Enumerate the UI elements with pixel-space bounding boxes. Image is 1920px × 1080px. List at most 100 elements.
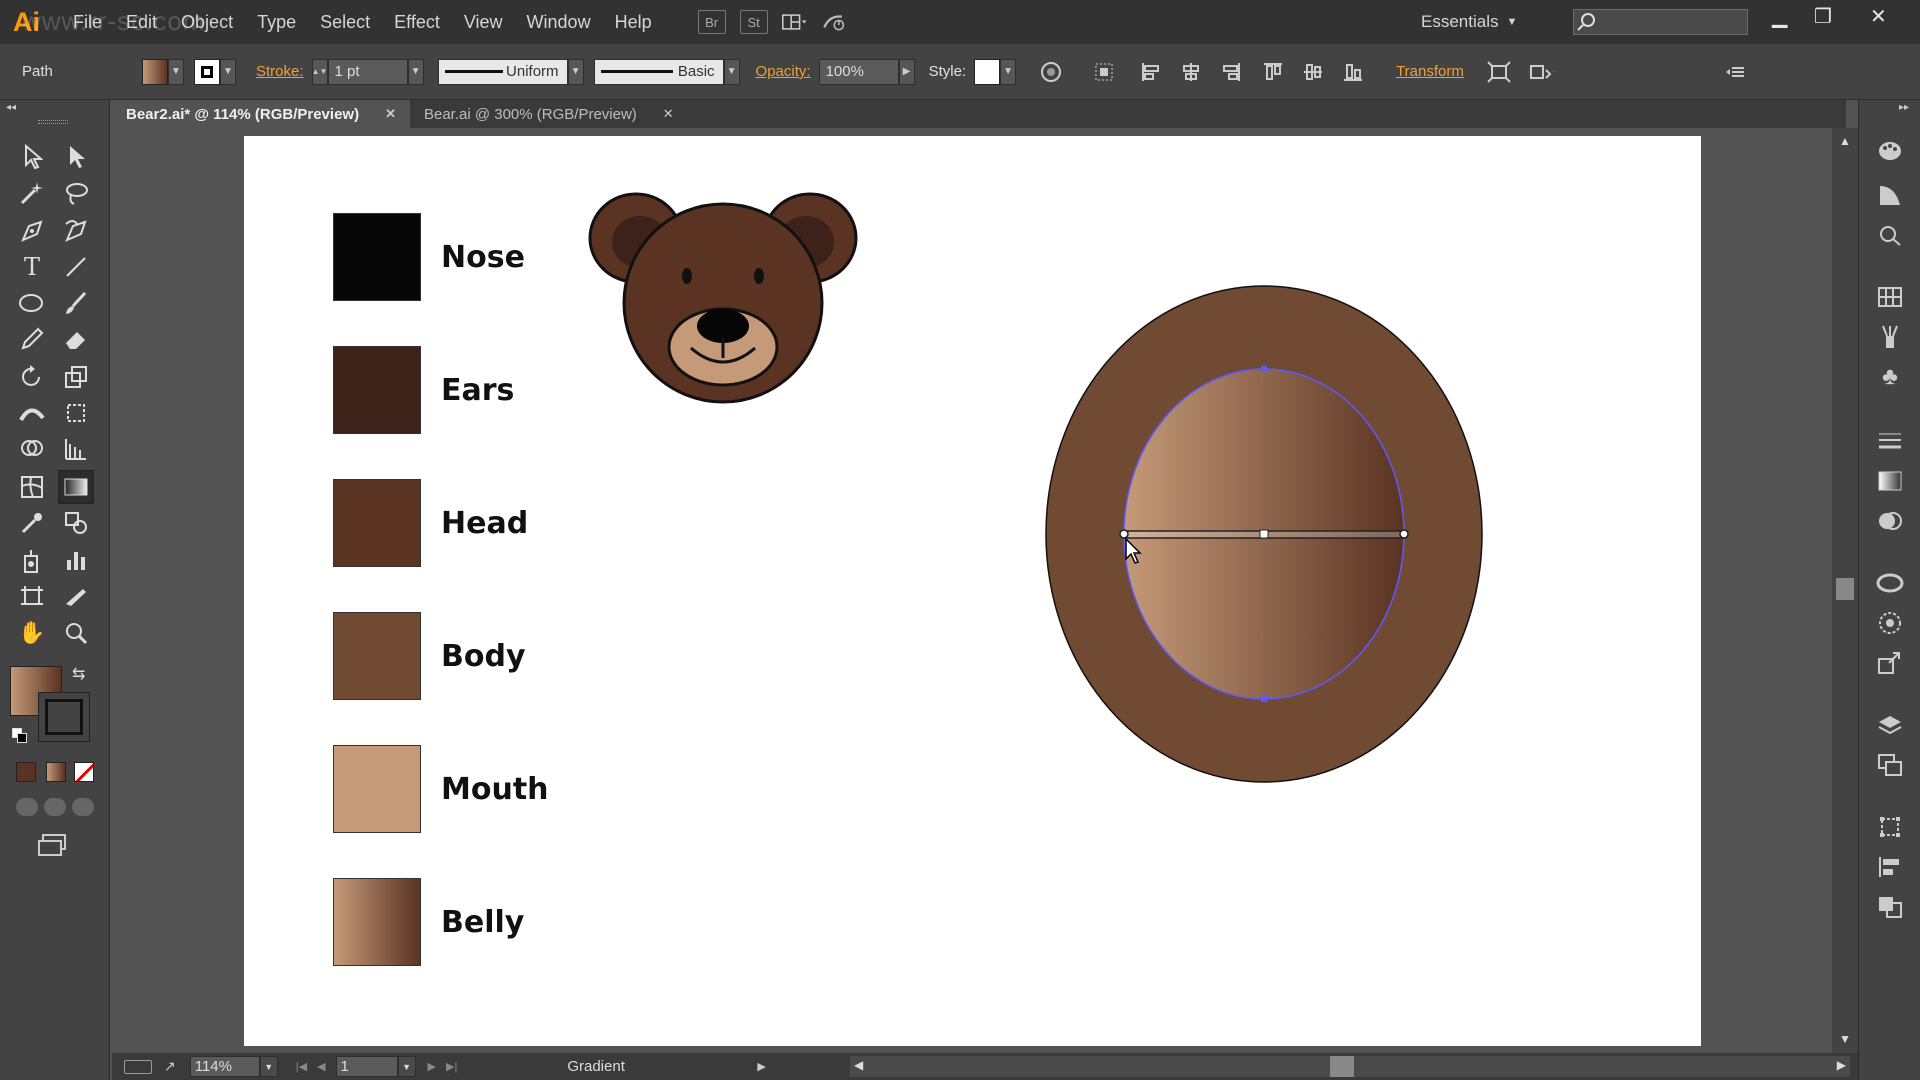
align-panel-icon[interactable]: [1875, 852, 1905, 882]
ellipse-tool-icon[interactable]: [14, 286, 50, 320]
first-artboard-icon[interactable]: |◀: [296, 1060, 307, 1073]
menu-file[interactable]: File: [61, 12, 114, 33]
brush-definition[interactable]: Basic: [593, 58, 724, 85]
bridge-button[interactable]: Br: [697, 10, 726, 34]
transparency-icon[interactable]: [1875, 506, 1905, 536]
recolor-artwork-icon[interactable]: [1038, 59, 1064, 85]
menu-object[interactable]: Object: [169, 12, 245, 33]
zoom-dropdown[interactable]: ▼: [259, 1056, 278, 1077]
column-graph-tool-icon[interactable]: [58, 544, 94, 578]
next-artboard-icon[interactable]: ▶: [428, 1060, 436, 1073]
scroll-left-arrow[interactable]: ◀: [854, 1058, 863, 1072]
menu-edit[interactable]: Edit: [114, 12, 169, 33]
color-guide-icon[interactable]: [1875, 136, 1905, 166]
document-canvas[interactable]: Nose Ears Head Body Mouth Belly: [112, 128, 1832, 1053]
pen-tool-icon[interactable]: [14, 214, 50, 248]
selection-tool-icon[interactable]: [14, 140, 50, 174]
align-to-icon[interactable]: [1092, 59, 1118, 85]
previous-artboard-icon[interactable]: ◀: [317, 1060, 325, 1073]
draw-behind-icon[interactable]: [44, 798, 66, 816]
scale-tool-icon[interactable]: [58, 360, 94, 394]
free-transform-tool-icon[interactable]: [58, 396, 94, 430]
stroke-weight-field[interactable]: 1 pt: [327, 58, 408, 85]
color-mode-icon[interactable]: [16, 762, 36, 782]
stroke-panel-link[interactable]: Stroke:: [256, 63, 304, 80]
shape-builder-tool-icon[interactable]: [14, 432, 50, 466]
panel-collapse-icon[interactable]: ◂◂: [6, 102, 16, 113]
brushes-icon[interactable]: [1875, 322, 1905, 352]
swatch-head[interactable]: [333, 479, 421, 567]
last-artboard-icon[interactable]: ▶|: [446, 1060, 457, 1073]
menu-help[interactable]: Help: [603, 12, 664, 33]
type-tool-icon[interactable]: T: [14, 250, 50, 284]
align-top-icon[interactable]: [1260, 59, 1286, 85]
tab-bear[interactable]: Bear.ai @ 300% (RGB/Preview) ✕: [410, 100, 688, 128]
transform-panel-icon[interactable]: [1875, 812, 1905, 842]
color-panel-icon[interactable]: [1875, 180, 1905, 210]
horizontal-scroll-thumb[interactable]: [1330, 1056, 1354, 1077]
zoom-field[interactable]: 114%: [189, 1056, 260, 1077]
stroke-color-box[interactable]: [38, 692, 90, 742]
arrange-documents-icon[interactable]: [781, 9, 808, 35]
symbol-sprayer-tool-icon[interactable]: [14, 544, 50, 578]
eyedropper-tool-icon[interactable]: [14, 506, 50, 540]
blend-tool-icon[interactable]: [58, 506, 94, 540]
direct-selection-tool-icon[interactable]: [58, 140, 94, 174]
profile-dropdown[interactable]: ▼: [567, 58, 584, 85]
magic-wand-tool-icon[interactable]: [14, 176, 50, 210]
tab-bear2[interactable]: Bear2.ai* @ 114% (RGB/Preview) ✕: [112, 100, 410, 128]
stroke-weight-dropdown[interactable]: ▼: [407, 58, 424, 85]
transform-panel-link[interactable]: Transform: [1396, 63, 1464, 80]
menu-select[interactable]: Select: [308, 12, 382, 33]
paintbrush-tool-icon[interactable]: [58, 286, 94, 320]
swatch-mouth[interactable]: [333, 745, 421, 833]
zoom-tool-icon[interactable]: [58, 616, 94, 650]
default-colors-icon[interactable]: [12, 728, 28, 744]
horizontal-scrollbar[interactable]: ◀ ▶: [850, 1056, 1850, 1077]
artboard-number-field[interactable]: 1: [335, 1056, 398, 1077]
swap-colors-icon[interactable]: ⇆: [72, 664, 85, 684]
scroll-up-arrow[interactable]: ▲: [1839, 134, 1851, 148]
dock-collapse-icon[interactable]: ▸▸: [1899, 102, 1909, 113]
swatch-belly[interactable]: [333, 878, 421, 966]
artboard-dropdown[interactable]: ▼: [397, 1056, 416, 1077]
opacity-slider-toggle[interactable]: ▶: [898, 58, 915, 85]
stroke-swatch[interactable]: [194, 58, 220, 85]
swatch-ears[interactable]: [333, 346, 421, 434]
belly-artwork[interactable]: [1034, 284, 1494, 804]
draw-inside-icon[interactable]: [72, 798, 94, 816]
align-horizontal-center-icon[interactable]: [1178, 59, 1204, 85]
screen-mode-icon[interactable]: [38, 834, 68, 856]
mesh-tool-icon[interactable]: [14, 470, 50, 504]
gpu-preview-icon[interactable]: [124, 1059, 152, 1074]
opacity-field[interactable]: 100%: [818, 58, 899, 85]
close-window-button[interactable]: ✕: [1870, 4, 1887, 29]
fill-swatch[interactable]: [142, 58, 168, 85]
menu-type[interactable]: Type: [245, 12, 308, 33]
width-tool-icon[interactable]: [14, 396, 50, 430]
curvature-tool-icon[interactable]: [58, 214, 94, 248]
variable-width-profile[interactable]: Uniform: [437, 58, 568, 85]
select-similar-icon[interactable]: [1528, 59, 1554, 85]
swatch-body[interactable]: [333, 612, 421, 700]
bear-head-artwork[interactable]: [574, 176, 874, 416]
panel-grip[interactable]: [38, 120, 68, 124]
isolate-object-icon[interactable]: [1486, 59, 1512, 85]
brush-dropdown[interactable]: ▼: [723, 58, 740, 85]
stock-button[interactable]: St: [739, 10, 768, 34]
swatches-icon[interactable]: [1875, 282, 1905, 312]
stroke-panel-icon[interactable]: [1875, 426, 1905, 456]
gradient-mode-icon[interactable]: [46, 762, 66, 782]
rotate-tool-icon[interactable]: [14, 360, 50, 394]
none-mode-icon[interactable]: [74, 762, 94, 782]
align-left-icon[interactable]: [1138, 59, 1164, 85]
artboard[interactable]: Nose Ears Head Body Mouth Belly: [244, 136, 1701, 1046]
swatch-nose[interactable]: [333, 213, 421, 301]
slice-tool-icon[interactable]: [58, 580, 94, 614]
graphic-style-dropdown[interactable]: ▼: [1000, 58, 1017, 85]
scroll-right-arrow[interactable]: ▶: [1837, 1058, 1846, 1072]
status-menu-arrow[interactable]: ▶: [757, 1060, 765, 1073]
align-vertical-center-icon[interactable]: [1300, 59, 1326, 85]
opacity-panel-link[interactable]: Opacity:: [756, 63, 811, 80]
edit-original-icon[interactable]: ↗: [164, 1058, 176, 1075]
